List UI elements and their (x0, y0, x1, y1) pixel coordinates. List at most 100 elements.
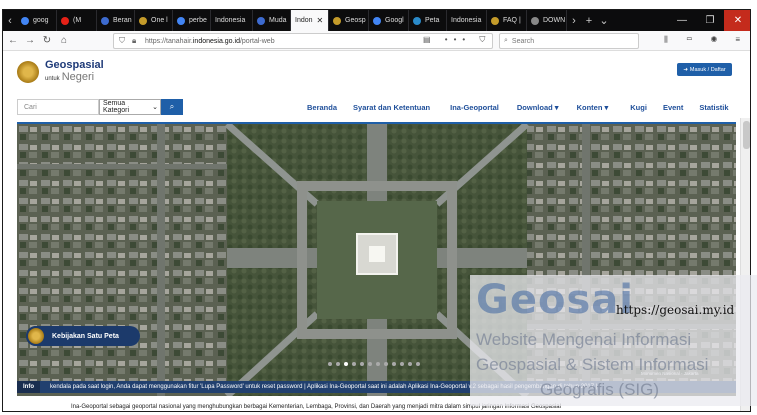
reload-icon[interactable]: ↻ (40, 35, 54, 46)
info-ticker: Info kendala pada saat login, Anda dapat… (17, 381, 736, 393)
carousel-dot[interactable] (328, 362, 332, 366)
tab-bar: ‹ goog (M Beran One l perbe Indonesia Muda Indo… (3, 10, 750, 31)
browser-tab[interactable]: Indonesia (447, 10, 487, 31)
carousel-dots[interactable] (328, 362, 424, 366)
forward-icon[interactable]: → (23, 35, 37, 46)
browser-tab[interactable]: Indonesia (211, 10, 253, 31)
browser-tab[interactable]: FAQ | (487, 10, 527, 31)
search-icon: ⌕ (169, 102, 175, 111)
browser-tab[interactable]: DOWN (527, 10, 567, 31)
carousel-dot[interactable] (408, 362, 412, 366)
menu-item[interactable]: Download ▾ (517, 103, 559, 112)
badge-label: Kebijakan Satu Peta (52, 332, 119, 340)
tab-list-chevron-icon[interactable]: ⌄ (597, 10, 611, 31)
menu-item[interactable]: Beranda (307, 103, 337, 112)
menu-item[interactable]: Syarat dan Ketentuan (353, 103, 430, 112)
carousel-dot[interactable] (336, 362, 340, 366)
logo-title: Geospasial (45, 59, 104, 71)
browser-tab[interactable]: perbe (173, 10, 211, 31)
tab-favicon-icon (101, 16, 109, 25)
scrollbar-thumb[interactable] (743, 121, 750, 149)
menu-item[interactable]: Konten ▾ (577, 103, 609, 112)
tab-favicon-icon (61, 16, 69, 25)
menu-item[interactable]: Event (663, 103, 683, 112)
site-search-input[interactable]: Cari (17, 99, 99, 115)
tab-label: Geosp (345, 17, 366, 24)
minimize-icon[interactable]: — (668, 10, 696, 31)
carousel-dot[interactable] (352, 362, 356, 366)
chevron-down-icon: ⌄ (152, 104, 158, 111)
tab-label: Beran (113, 17, 132, 24)
browser-tab[interactable]: Geosp (329, 10, 369, 31)
tab-favicon-icon (333, 16, 341, 25)
browser-tab[interactable]: goog (17, 10, 57, 31)
toolbar-icons[interactable]: ⫼ ▭ ◉ ≡ (664, 35, 748, 45)
site-search-button[interactable]: ⌕ (161, 99, 183, 115)
browser-tab[interactable]: One l (135, 10, 173, 31)
tab-label: Googl (385, 17, 404, 24)
lock-icon[interactable]: 🔒︎ (132, 36, 142, 46)
browser-tab[interactable]: (M (57, 10, 97, 31)
back-icon[interactable]: ← (6, 35, 20, 46)
tab-label: Muda (269, 17, 287, 24)
tab-scroll-left-icon[interactable]: ‹ (3, 10, 17, 31)
login-button[interactable]: ➜ Masuk / Daftar (677, 63, 732, 76)
search-bar[interactable]: ⌕ Search (499, 33, 639, 49)
browser-tab[interactable]: Peta (409, 10, 447, 31)
tab-favicon-icon (373, 16, 381, 25)
carousel-dot[interactable] (376, 362, 380, 366)
tab-favicon-icon (413, 16, 421, 25)
carousel-dot[interactable] (368, 362, 372, 366)
browser-tab[interactable]: Beran (97, 10, 135, 31)
browser-tab[interactable]: Googl (369, 10, 409, 31)
tab-scroll-right-icon[interactable]: › (567, 10, 581, 31)
tab-favicon-icon (21, 16, 29, 25)
menu-item[interactable]: Ina-Geoportal (450, 103, 499, 112)
logo-small-text: untuk (45, 76, 60, 82)
tab-label: One l (151, 17, 168, 24)
image-caption: Monumen Nasional - Jakarta (641, 371, 699, 376)
tab-label: Peta (425, 17, 440, 24)
home-icon[interactable]: ⌂ (57, 35, 71, 46)
maximize-icon[interactable]: ❐ (696, 10, 724, 31)
portal-description: Ina-Geoportal sebagai geoportal nasional… (71, 404, 561, 410)
carousel-dot[interactable] (344, 362, 348, 366)
page-scrollbar[interactable] (740, 118, 750, 411)
url-text[interactable]: https://tanahair.indonesia.go.id/portal-… (145, 38, 275, 45)
aerial-photo (17, 124, 736, 396)
tab-label: DOWN (543, 17, 566, 24)
close-tab-icon[interactable]: ✕ (317, 16, 324, 25)
carousel-dot[interactable] (416, 362, 420, 366)
kebijakan-satu-peta-badge[interactable]: Kebijakan Satu Peta (26, 326, 140, 346)
category-selected: Semua Kategori (103, 100, 130, 114)
carousel-dot[interactable] (360, 362, 364, 366)
hero-aerial-image: Kebijakan Satu Peta Monumen Nasional - J… (17, 124, 736, 396)
carousel-dot[interactable] (384, 362, 388, 366)
menu-item[interactable]: Kugi (630, 103, 647, 112)
browser-window: ‹ goog (M Beran One l perbe Indonesia Muda Indo… (2, 9, 751, 412)
tab-label: Indonesia (215, 17, 246, 24)
tab-label: Indonesia (451, 17, 482, 24)
search-icon: ⌕ (504, 37, 508, 44)
tab-favicon-icon (491, 16, 499, 25)
ticker-label: Info (17, 381, 40, 393)
close-window-icon[interactable]: ✕ (724, 10, 750, 31)
menu-item[interactable]: Statistik (699, 103, 728, 112)
tab-label: (M (73, 17, 82, 24)
tab-label: Indon (295, 17, 313, 24)
tab-label: FAQ | (503, 17, 521, 24)
carousel-dot[interactable] (392, 362, 396, 366)
tab-list: goog (M Beran One l perbe Indonesia Muda Indon ✕… (17, 10, 567, 31)
site-search: Cari Semua Kategori ⌄ ⌕ (17, 99, 183, 115)
main-menu: Beranda Syarat dan Ketentuan Ina-Geoportal… (307, 103, 729, 112)
browser-tab[interactable]: Indon ✕ (291, 10, 329, 31)
shield-icon[interactable]: ⛉ (119, 36, 129, 46)
new-tab-icon[interactable]: + (581, 10, 597, 31)
category-select[interactable]: Semua Kategori ⌄ (99, 99, 161, 115)
ticker-text[interactable]: kendala pada saat login, Anda dapat meng… (50, 384, 597, 390)
tab-label: goog (33, 17, 49, 24)
browser-tab[interactable]: Muda (253, 10, 291, 31)
carousel-dot[interactable] (400, 362, 404, 366)
site-logo[interactable]: Geospasial untuk Negeri (17, 60, 104, 83)
logo-big-text: Negeri (61, 71, 95, 83)
